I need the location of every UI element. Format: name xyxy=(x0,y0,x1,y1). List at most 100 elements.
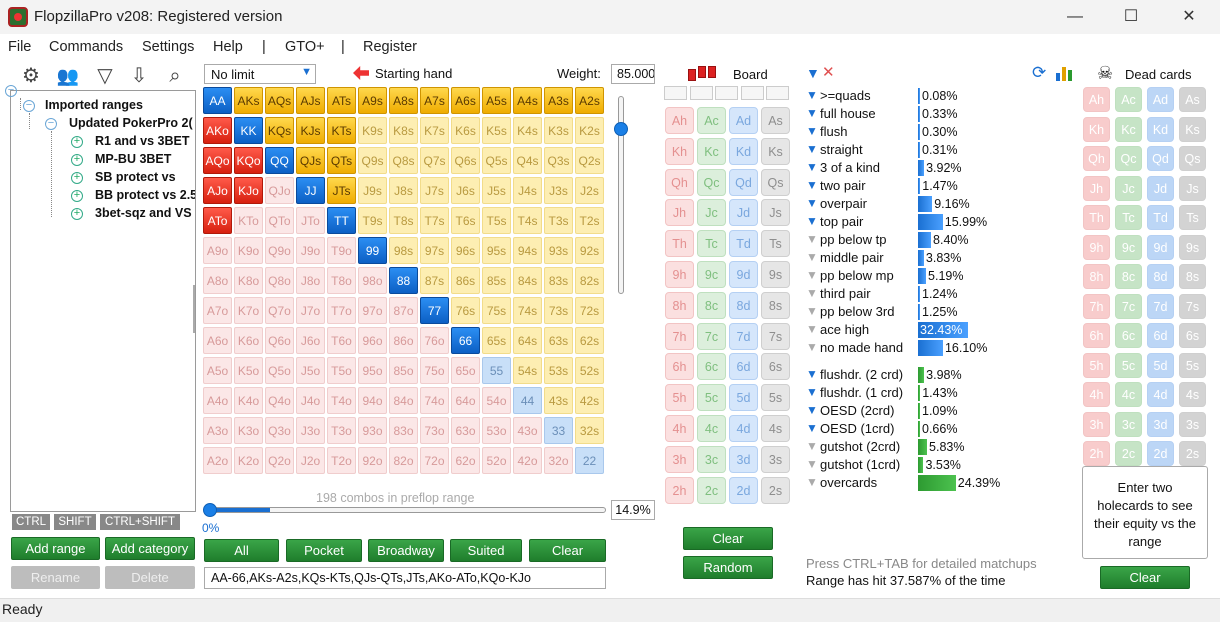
board-card[interactable]: 3h xyxy=(665,445,694,473)
hand-cell[interactable]: 99 xyxy=(358,237,387,264)
stat-row[interactable]: ▼ ace high 32.43% xyxy=(806,321,1066,339)
hand-cell[interactable]: T9s xyxy=(358,207,387,234)
filter-icon[interactable]: ▼ xyxy=(806,143,818,156)
hand-cell[interactable]: QQ xyxy=(265,147,294,174)
dead-card[interactable]: Tc xyxy=(1115,205,1142,230)
board-card[interactable]: 7c xyxy=(697,322,726,350)
hand-cell[interactable]: J9o xyxy=(296,237,325,264)
dead-card[interactable]: 3h xyxy=(1083,411,1110,437)
dead-card[interactable]: Kh xyxy=(1083,116,1110,142)
hand-cell[interactable]: Q8s xyxy=(389,147,418,174)
hand-cell[interactable]: A8s xyxy=(389,87,418,114)
weight-input[interactable]: 85.000 xyxy=(611,64,655,84)
hand-cell[interactable]: A3s xyxy=(544,87,573,114)
stat-row[interactable]: ▼ flush 0.30% xyxy=(806,123,1066,141)
board-card[interactable]: Ts xyxy=(761,230,790,258)
dead-card[interactable]: 9d xyxy=(1147,234,1174,260)
board-card[interactable]: 3c xyxy=(697,445,726,473)
hand-cell[interactable]: K6o xyxy=(234,327,263,354)
hand-cell[interactable]: J9s xyxy=(358,177,387,204)
dead-card[interactable]: Jc xyxy=(1115,175,1142,201)
tree-item[interactable]: 3bet-sqz and VS xyxy=(95,206,195,220)
hand-cell[interactable]: 64s xyxy=(513,327,542,354)
stat-row[interactable]: ▼ gutshot (2crd) 5.83% xyxy=(806,438,1066,456)
hand-cell[interactable]: 94o xyxy=(358,387,387,414)
hand-cell[interactable]: T6o xyxy=(327,327,356,354)
hand-cell[interactable]: Q8o xyxy=(265,267,294,294)
filter-icon[interactable]: ▼ xyxy=(806,251,818,264)
hand-cell[interactable]: J4s xyxy=(513,177,542,204)
hand-cell[interactable]: KQo xyxy=(234,147,263,174)
dead-card[interactable]: Td xyxy=(1147,205,1174,230)
hand-cell[interactable]: 53o xyxy=(482,417,511,444)
dead-card[interactable]: 4h xyxy=(1083,382,1110,407)
hand-cell[interactable]: J6s xyxy=(451,177,480,204)
hand-cell[interactable]: K3o xyxy=(234,417,263,444)
board-card[interactable]: 8h xyxy=(665,291,694,319)
hand-cell[interactable]: T2s xyxy=(575,207,604,234)
board-card[interactable]: Qs xyxy=(761,168,790,196)
board-card[interactable]: 2c xyxy=(697,476,726,504)
board-card[interactable]: Qh xyxy=(665,168,694,196)
stat-row[interactable]: ▼ >=quads 0.08% xyxy=(806,87,1066,105)
filter-icon[interactable]: ▼ xyxy=(806,125,818,138)
board-slot[interactable] xyxy=(689,86,713,100)
clear-range-button[interactable]: Clear xyxy=(529,539,606,562)
dead-card[interactable]: 4d xyxy=(1147,382,1174,407)
dead-card[interactable]: 9c xyxy=(1115,234,1142,260)
hand-cell[interactable]: J7o xyxy=(296,297,325,324)
dead-card[interactable]: Ks xyxy=(1179,116,1206,142)
hand-cell[interactable]: AJs xyxy=(296,87,325,114)
stat-row[interactable]: ▼ top pair 15.99% xyxy=(806,213,1066,231)
dead-card[interactable]: 7h xyxy=(1083,293,1110,319)
expand-icon[interactable]: + xyxy=(71,190,83,202)
dead-card[interactable]: 9h xyxy=(1083,234,1110,260)
board-slot[interactable] xyxy=(664,86,687,100)
delete-button[interactable]: Delete xyxy=(105,566,195,589)
board-card[interactable]: 5d xyxy=(729,384,758,412)
minimize-button[interactable]: — xyxy=(1052,4,1098,30)
filter-icon[interactable]: ▼ xyxy=(806,179,818,192)
hand-cell[interactable]: 72o xyxy=(420,447,449,474)
hand-cell[interactable]: 62o xyxy=(451,447,480,474)
dead-card[interactable]: Qs xyxy=(1179,146,1206,171)
dead-card[interactable]: 8s xyxy=(1179,264,1206,289)
filter-icon[interactable]: ▼ xyxy=(806,386,818,399)
board-card[interactable]: 4c xyxy=(697,415,726,442)
hand-cell[interactable]: T4o xyxy=(327,387,356,414)
all-button[interactable]: All xyxy=(204,539,279,562)
stat-row[interactable]: ▼ two pair 1.47% xyxy=(806,177,1066,195)
board-card[interactable]: 8d xyxy=(729,291,758,319)
import-icon[interactable]: ⇩ xyxy=(126,64,152,88)
collapse-icon[interactable]: − xyxy=(5,85,17,97)
menu-gto[interactable]: GTO+ xyxy=(285,39,325,55)
stat-row[interactable]: ▼ gutshot (1crd) 3.53% xyxy=(806,456,1066,474)
hand-cell[interactable]: T8o xyxy=(327,267,356,294)
hand-cell[interactable]: 32s xyxy=(575,417,604,444)
dead-card[interactable]: 5h xyxy=(1083,352,1110,378)
stat-row[interactable]: ▼ overpair 9.16% xyxy=(806,195,1066,213)
hand-cell[interactable]: Q9o xyxy=(265,237,294,264)
pocket-button[interactable]: Pocket xyxy=(286,539,362,562)
hand-cell[interactable]: 64o xyxy=(451,387,480,414)
board-card[interactable]: 6c xyxy=(697,353,726,381)
dead-card[interactable]: 3s xyxy=(1179,411,1206,437)
board-card[interactable]: Jd xyxy=(729,199,758,227)
maximize-button[interactable]: ☐ xyxy=(1108,4,1154,30)
tree-item[interactable]: BB protect vs 2.5 xyxy=(95,188,195,202)
hand-cell[interactable]: T6s xyxy=(451,207,480,234)
stat-row[interactable]: ▼ no made hand 16.10% xyxy=(806,339,1066,357)
bar-chart-icon[interactable] xyxy=(1056,66,1074,81)
hand-cell[interactable]: 63o xyxy=(451,417,480,444)
hand-cell[interactable]: T5o xyxy=(327,357,356,384)
board-card[interactable]: 5h xyxy=(665,384,694,412)
board-card[interactable]: 2h xyxy=(665,476,694,504)
hand-cell[interactable]: T7o xyxy=(327,297,356,324)
hand-cell[interactable]: A8o xyxy=(203,267,232,294)
hand-cell[interactable]: 88 xyxy=(389,267,418,294)
hand-cell[interactable]: 86o xyxy=(389,327,418,354)
hand-cell[interactable]: 72s xyxy=(575,297,604,324)
dead-card[interactable]: Qc xyxy=(1115,146,1142,171)
hand-cell[interactable]: A4s xyxy=(513,87,542,114)
hand-cell[interactable]: Q5s xyxy=(482,147,511,174)
